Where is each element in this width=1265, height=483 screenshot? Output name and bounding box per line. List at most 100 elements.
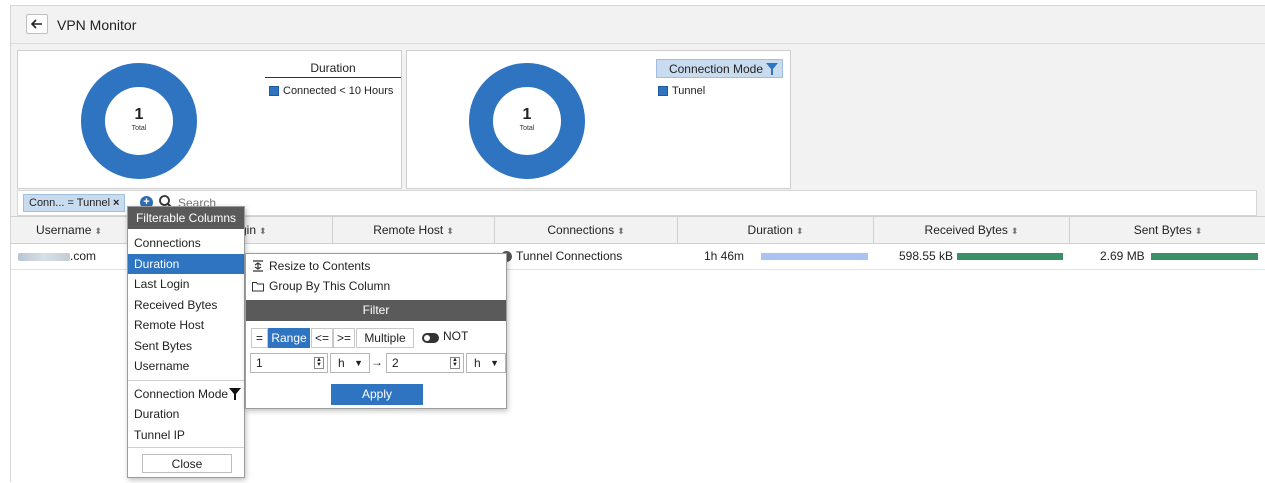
mode-legend-title: Connection Mode <box>668 61 763 76</box>
duration-chart-panel: 1 Total Duration Connected < 10 Hours <box>17 50 402 189</box>
received-bytes-cell: 598.55 kB <box>899 244 953 269</box>
connection-mode-chart-panel: 1 Total Connection Mode Tunnel <box>406 50 791 189</box>
range-from-value: 1 <box>256 356 263 370</box>
stepper-icon[interactable]: ▲ ▼ <box>450 357 460 369</box>
connections-value: Tunnel Connections <box>516 249 623 263</box>
filter-chip-close-icon[interactable]: × <box>113 197 119 209</box>
column-header-received-bytes[interactable]: Received Bytes ⬍ <box>874 217 1070 244</box>
menu-item-remote-host[interactable]: Remote Host <box>128 315 244 336</box>
title-bar: VPN Monitor <box>11 6 1265 44</box>
menu-item-username[interactable]: Username <box>128 356 244 377</box>
received-bytes-value: 598.55 kB <box>899 249 954 263</box>
group-by-label: Group By This Column <box>269 279 391 293</box>
duration-legend-label: Connected < 10 Hours <box>283 85 394 97</box>
mode-legend-label: Tunnel <box>672 85 706 97</box>
range-from-input[interactable]: 1 ▲ ▼ <box>250 353 328 373</box>
column-header-remote-host[interactable]: Remote Host ⬍ <box>333 217 495 244</box>
duration-legend-item[interactable]: Connected < 10 Hours <box>269 85 393 97</box>
sort-icon: ⬍ <box>446 226 454 236</box>
column-header-duration[interactable]: Duration ⬍ <box>678 217 874 244</box>
range-to-unit-select[interactable]: h ▼ <box>466 353 506 373</box>
stepper-icon[interactable]: ▲ ▼ <box>314 357 324 369</box>
sort-icon: ⬍ <box>259 226 267 236</box>
column-header-label: Received Bytes <box>924 223 1008 237</box>
legend-swatch <box>658 86 668 96</box>
column-header-connections[interactable]: Connections ⬍ <box>495 217 678 244</box>
duration-total-value: 1 <box>134 106 144 123</box>
range-from-unit-select[interactable]: h ▼ <box>330 353 370 373</box>
folder-icon <box>252 281 264 291</box>
menu-divider <box>128 447 244 448</box>
range-to-value: 2 <box>392 356 399 370</box>
mode-legend-item[interactable]: Tunnel <box>658 85 705 97</box>
filter-funnel-icon <box>766 62 778 75</box>
filter-section-title: Filter <box>246 300 506 321</box>
not-label: NOT <box>443 329 469 343</box>
operator-multiple-button[interactable]: Multiple <box>356 328 414 348</box>
duration-cell: 1h 46m <box>704 244 744 269</box>
filterable-columns-menu: Filterable Columns Connections Duration … <box>127 206 245 478</box>
menu-item-duration[interactable]: Duration <box>128 253 244 274</box>
sent-bytes-value: 2.69 MB <box>1100 249 1145 263</box>
menu-item-sent-bytes[interactable]: Sent Bytes <box>128 336 244 357</box>
not-toggle[interactable] <box>422 333 439 343</box>
menu-item-connections[interactable]: Connections <box>128 233 244 254</box>
to-unit-value: h <box>474 356 481 370</box>
duration-total-label: Total <box>131 125 147 132</box>
duration-value: 1h 46m <box>704 249 745 263</box>
page-title: VPN Monitor <box>57 17 137 33</box>
close-button[interactable]: Close <box>142 454 232 473</box>
sort-icon: ⬍ <box>1194 226 1203 236</box>
operator-range-button[interactable]: Range <box>268 328 310 348</box>
resize-to-contents-item[interactable]: Resize to Contents <box>252 256 370 276</box>
sort-icon: ⬍ <box>1010 226 1019 236</box>
sort-icon: ⬍ <box>617 226 625 236</box>
column-header-username[interactable]: Username ⬍ <box>11 217 128 244</box>
duration-bar <box>761 253 868 260</box>
column-header-label: Sent Bytes <box>1133 223 1192 237</box>
menu-divider <box>128 379 244 381</box>
apply-button[interactable]: Apply <box>331 384 423 405</box>
legend-swatch <box>269 86 279 96</box>
menu-item-last-login[interactable]: Last Login <box>128 274 244 295</box>
column-header-label: Username <box>36 223 92 237</box>
chevron-down-icon: ▼ <box>490 358 499 368</box>
connections-cell[interactable]: Tunnel Connections <box>501 244 622 269</box>
username-cell: .com <box>18 244 96 269</box>
chevron-down-icon: ▼ <box>354 358 363 368</box>
column-header-label: Connections <box>547 223 615 237</box>
range-arrow: → <box>371 355 383 369</box>
group-by-column-item[interactable]: Group By This Column <box>252 276 390 296</box>
arrow-left-icon <box>31 19 42 29</box>
column-header-label: Duration <box>747 223 793 237</box>
username-domain: .com <box>70 249 97 263</box>
menu-item-mode-duration[interactable]: Duration <box>128 404 244 425</box>
operator-lte-button[interactable]: <= <box>311 328 333 348</box>
mode-total-value: 1 <box>522 106 532 123</box>
resize-icon <box>253 260 263 272</box>
duration-legend-title: Duration <box>265 61 401 78</box>
sent-bytes-bar <box>1151 253 1258 260</box>
menu-item-tunnel-ip[interactable]: Tunnel IP <box>128 425 244 446</box>
resize-label: Resize to Contents <box>269 259 371 273</box>
filter-chip[interactable]: Conn... = Tunnel × <box>23 194 126 212</box>
column-header-label: Remote Host <box>373 223 444 237</box>
filterable-columns-title: Filterable Columns <box>128 207 244 229</box>
menu-item-received-bytes[interactable]: Received Bytes <box>128 295 244 316</box>
blurred-username <box>18 252 70 261</box>
column-header-sent-bytes[interactable]: Sent Bytes ⬍ <box>1070 217 1265 244</box>
sort-icon: ⬍ <box>795 226 804 236</box>
mode-legend-title-box[interactable]: Connection Mode <box>656 59 783 78</box>
menu-item-connection-mode[interactable]: Connection Mode <box>128 384 244 405</box>
operator-equals-button[interactable]: = <box>251 328 268 348</box>
mode-total-label: Total <box>519 125 535 132</box>
sort-icon: ⬍ <box>94 226 102 236</box>
range-to-input[interactable]: 2 ▲ ▼ <box>386 353 464 373</box>
received-bytes-bar <box>957 253 1063 260</box>
back-button[interactable] <box>26 14 48 34</box>
operator-gte-button[interactable]: >= <box>333 328 355 348</box>
menu-item-label: Connection Mode <box>134 386 229 401</box>
duration-column-submenu: Resize to Contents Group By This Column … <box>245 253 507 409</box>
filter-funnel-icon <box>229 387 242 400</box>
filter-chip-label: Conn... = Tunnel <box>29 197 111 209</box>
